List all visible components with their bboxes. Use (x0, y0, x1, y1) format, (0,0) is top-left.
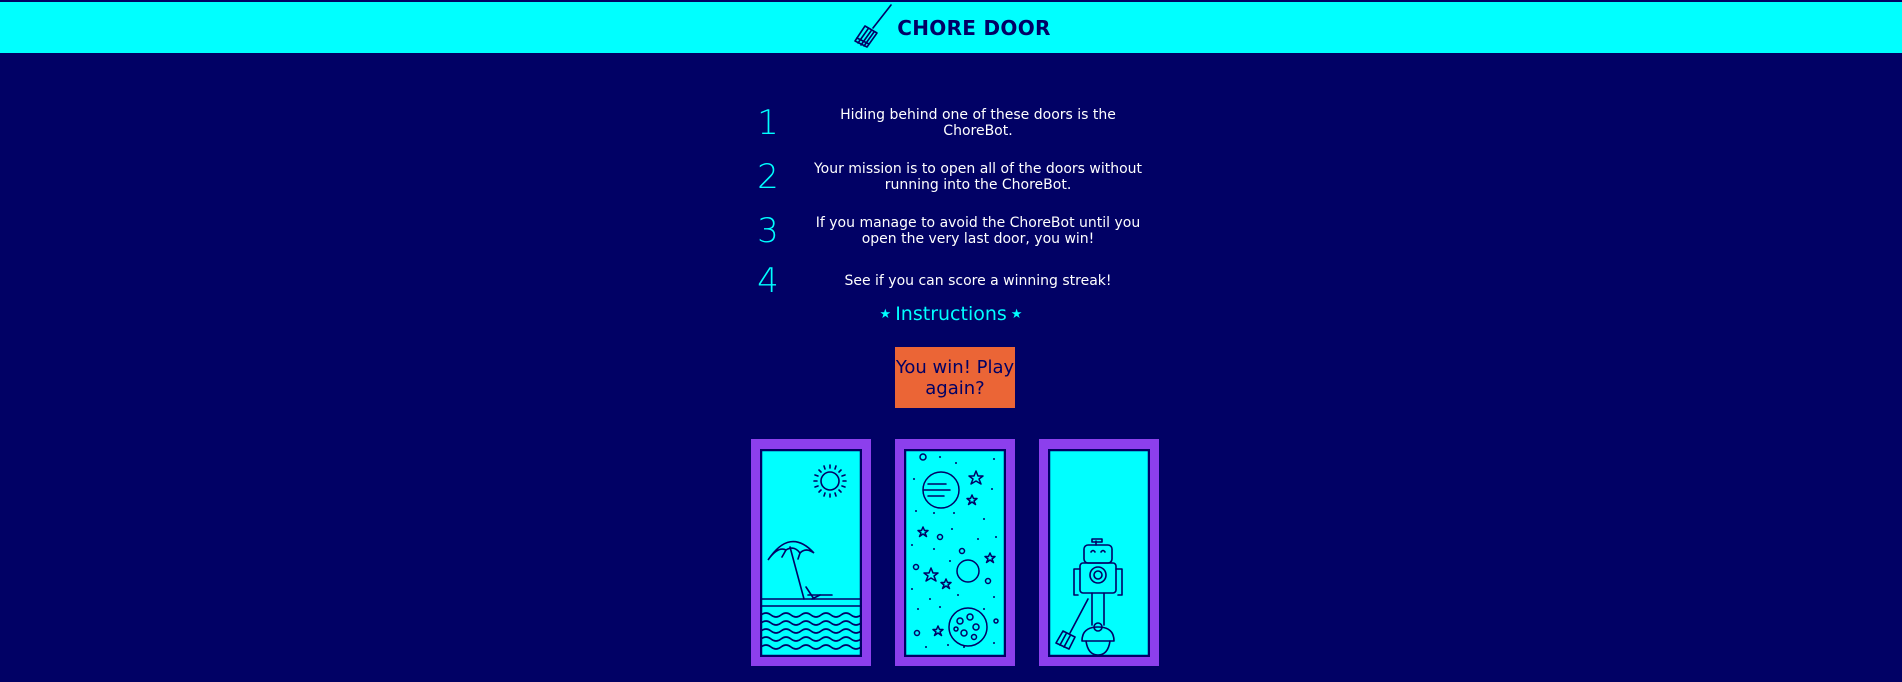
instruction-text: See if you can score a winning streak! (844, 273, 1112, 289)
door-3[interactable] (1039, 439, 1159, 666)
instruction-row-2: 2 Your mission is to open all of the doo… (740, 155, 1150, 199)
instruction-row-1: 1 Hiding behind one of these doors is th… (740, 101, 1150, 145)
instructions-title: Instructions (895, 303, 1007, 325)
instruction-number: 3 (757, 211, 779, 251)
instruction-row-4: 4 See if you can score a winning streak! (740, 259, 1150, 303)
door-2[interactable] (895, 439, 1015, 666)
space-door-icon (904, 449, 1006, 657)
instruction-number: 1 (757, 103, 779, 143)
door-1[interactable] (751, 439, 871, 666)
instruction-number: 2 (757, 157, 779, 197)
instruction-text: Hiding behind one of these doors is the … (840, 107, 1116, 139)
instruction-text: If you manage to avoid the ChoreBot unti… (815, 215, 1141, 247)
instruction-text: Your mission is to open all of the doors… (813, 161, 1143, 193)
instruction-number: 4 (757, 261, 779, 301)
beach-door-icon (760, 449, 862, 657)
instruction-row-3: 3 If you manage to avoid the ChoreBot un… (740, 209, 1150, 253)
play-again-button[interactable]: You win! Play again? (895, 347, 1015, 408)
header-bar: CHORE DOOR (0, 2, 1902, 53)
broom-icon (854, 3, 893, 48)
star-icon: ★ (879, 307, 892, 322)
chorebot-door-icon (1048, 449, 1150, 657)
instructions-heading: ★ Instructions ★ (0, 303, 1902, 325)
page-title: CHORE DOOR (897, 15, 1051, 40)
star-icon: ★ (1010, 307, 1023, 322)
